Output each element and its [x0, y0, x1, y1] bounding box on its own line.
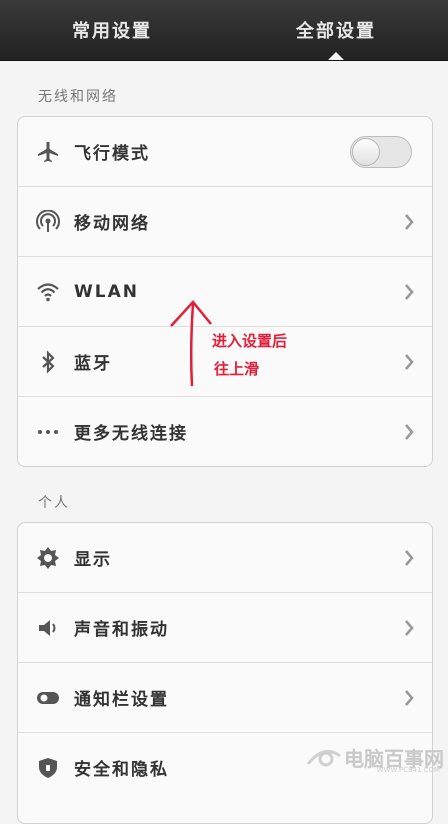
mobile-network-row[interactable]: 移动网络: [18, 187, 432, 257]
wifi-icon: [36, 280, 60, 304]
wireless-settings-card: 飞行模式 移动网络 WLAN 蓝牙 更多无线连接: [17, 116, 433, 467]
wlan-label: WLAN: [74, 281, 139, 302]
chevron-right-icon: [405, 423, 414, 440]
tab-all-settings[interactable]: 全部设置: [224, 0, 448, 60]
sound-vibration-label: 声音和振动: [74, 620, 169, 640]
personal-settings-card: 显示 声音和振动 通知栏设置 安全和隐私: [17, 522, 433, 824]
chevron-right-icon: [405, 213, 414, 230]
bluetooth-icon: [36, 349, 60, 374]
speaker-icon: [36, 616, 60, 640]
sound-vibration-row[interactable]: 声音和振动: [18, 593, 432, 663]
watermark: 电脑百事网 WWW.PC841.COM: [304, 742, 444, 774]
airplane-mode-row[interactable]: 飞行模式: [18, 117, 432, 187]
more-icon: [36, 420, 60, 444]
section-title-personal: 个人: [38, 495, 70, 511]
chevron-right-icon: [405, 283, 414, 300]
brightness-icon: [36, 546, 60, 570]
top-tab-bar: 常用设置 全部设置: [0, 0, 448, 61]
mobile-network-label: 移动网络: [74, 214, 150, 234]
display-label: 显示: [74, 550, 112, 570]
notification-bar-row[interactable]: 通知栏设置: [18, 663, 432, 733]
display-row[interactable]: 显示: [18, 523, 432, 593]
annotation-arrow: [170, 300, 212, 387]
airplane-icon: [36, 140, 60, 164]
notification-toggle-icon: [36, 686, 60, 710]
chevron-right-icon: [405, 619, 414, 636]
annotation-text-line2: 往上滑: [214, 360, 260, 378]
tab-common-settings[interactable]: 常用设置: [0, 0, 224, 60]
toggle-knob: [352, 137, 380, 166]
more-wireless-label: 更多无线连接: [74, 424, 188, 444]
watermark-url: WWW.PC841.COM: [376, 766, 440, 774]
section-title-wireless: 无线和网络: [38, 89, 118, 105]
annotation-text-line1: 进入设置后: [212, 332, 288, 350]
chevron-right-icon: [405, 353, 414, 370]
more-wireless-row[interactable]: 更多无线连接: [18, 397, 432, 466]
chevron-right-icon: [405, 549, 414, 566]
notification-bar-label: 通知栏设置: [74, 690, 169, 710]
chevron-right-icon: [405, 689, 414, 706]
airplane-mode-toggle[interactable]: [350, 135, 412, 168]
shield-icon: [36, 756, 60, 780]
watermark-logo-icon: [306, 750, 341, 767]
cellular-icon: [36, 209, 60, 234]
wlan-row[interactable]: WLAN: [18, 257, 432, 327]
